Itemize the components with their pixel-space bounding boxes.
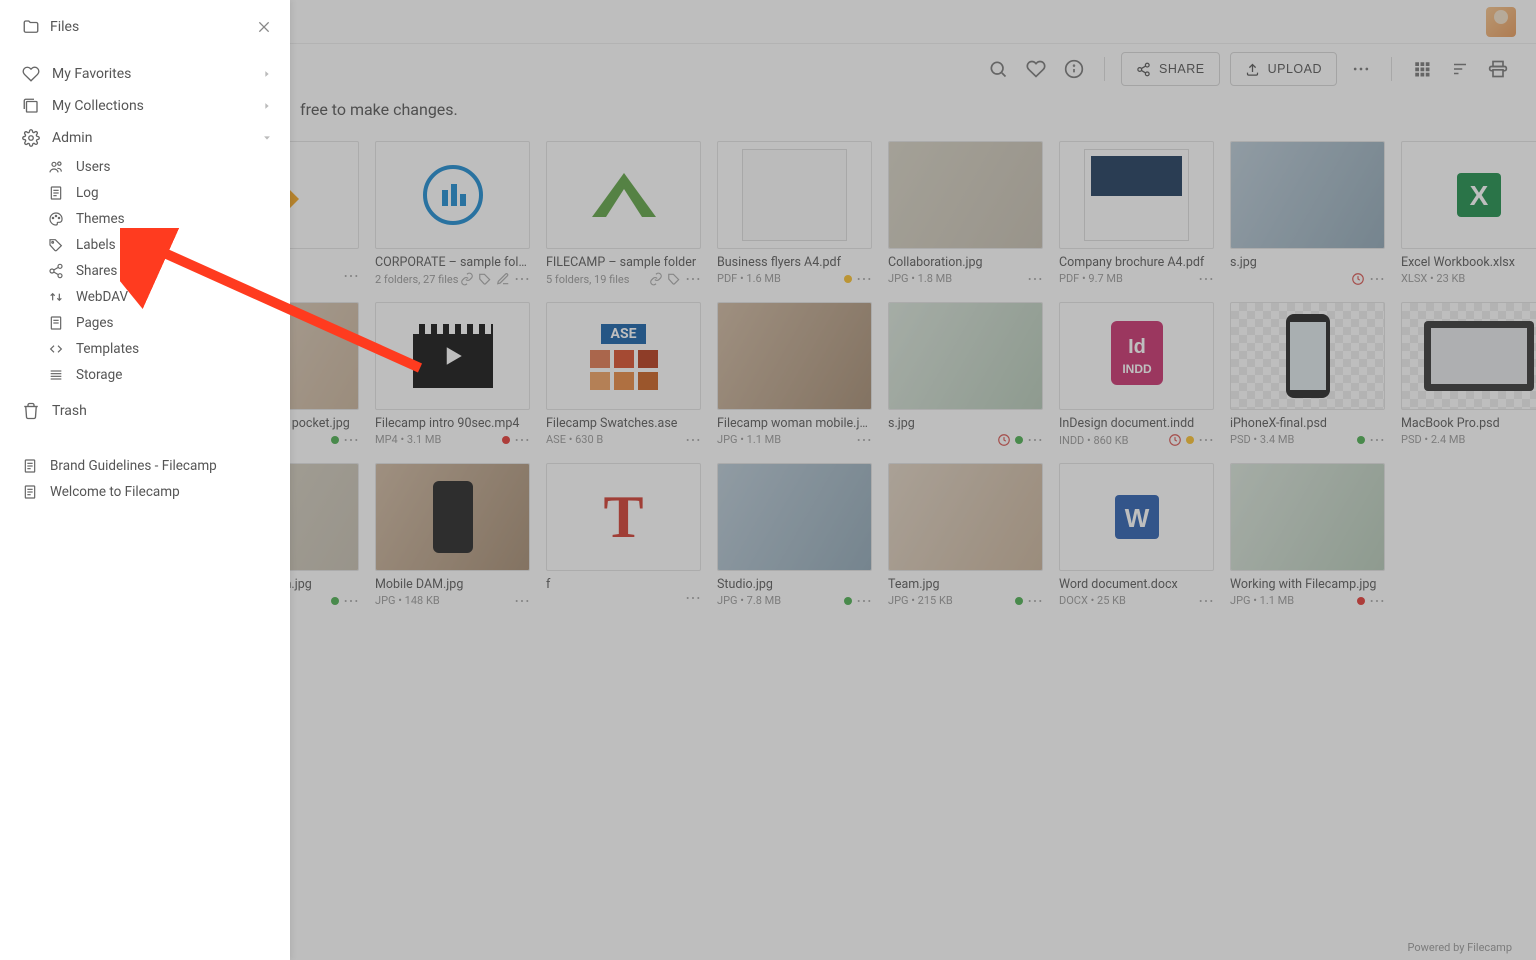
page-icon — [22, 484, 38, 500]
sub-label: Templates — [76, 341, 139, 357]
chevron-right-icon — [262, 101, 272, 111]
sidebar-sub-storage[interactable]: Storage — [0, 362, 290, 388]
sub-label: WebDAV — [76, 289, 128, 305]
sub-label: Log — [76, 185, 99, 201]
sub-label: Users — [76, 159, 110, 175]
page-label: Welcome to Filecamp — [50, 484, 180, 500]
sidebar-label: My Favorites — [52, 66, 131, 82]
trash-icon — [22, 402, 40, 420]
close-icon[interactable] — [256, 19, 272, 35]
tag-icon — [48, 237, 64, 253]
sub-label: Themes — [76, 211, 125, 227]
sidebar-sub-webdav[interactable]: WebDAV — [0, 284, 290, 310]
collections-icon — [22, 97, 40, 115]
sub-label: Storage — [76, 367, 122, 383]
sidebar-sub-labels[interactable]: Labels — [0, 232, 290, 258]
users-icon — [48, 159, 64, 175]
sidebar-sub-themes[interactable]: Themes — [0, 206, 290, 232]
sub-label: Labels — [76, 237, 116, 253]
sub-label: Shares — [76, 263, 117, 279]
sub-label: Pages — [76, 315, 114, 331]
sidebar-page-link[interactable]: Brand Guidelines - Filecamp — [0, 453, 290, 479]
sidebar-label: Admin — [52, 130, 92, 146]
chevron-right-icon — [262, 69, 272, 79]
gear-icon — [22, 129, 40, 147]
log-icon — [48, 185, 64, 201]
sidebar-label: Trash — [52, 403, 87, 419]
sidebar-item-admin[interactable]: Admin — [0, 122, 290, 154]
sidebar-panel: Files My Favorites My Collections Admin — [0, 0, 290, 960]
share-icon — [48, 263, 64, 279]
sidebar-sub-shares[interactable]: Shares — [0, 258, 290, 284]
sidebar-sub-log[interactable]: Log — [0, 180, 290, 206]
sidebar-item-collections[interactable]: My Collections — [0, 90, 290, 122]
sidebar-header: Files — [0, 14, 290, 48]
webdav-icon — [48, 289, 64, 305]
sidebar-sub-templates[interactable]: Templates — [0, 336, 290, 362]
page-label: Brand Guidelines - Filecamp — [50, 458, 217, 474]
palette-icon — [48, 211, 64, 227]
sidebar-title: Files — [50, 19, 79, 35]
sidebar-page-link[interactable]: Welcome to Filecamp — [0, 479, 290, 505]
sidebar-sub-pages[interactable]: Pages — [0, 310, 290, 336]
sidebar-label: My Collections — [52, 98, 144, 114]
chevron-down-icon — [262, 133, 272, 143]
sidebar-item-trash[interactable]: Trash — [0, 398, 290, 427]
sidebar-item-favorites[interactable]: My Favorites — [0, 58, 290, 90]
storage-icon — [48, 367, 64, 383]
sidebar-sub-users[interactable]: Users — [0, 154, 290, 180]
page-icon — [48, 315, 64, 331]
page-icon — [22, 458, 38, 474]
heart-icon — [22, 65, 40, 83]
code-icon — [48, 341, 64, 357]
folder-icon — [22, 18, 40, 36]
